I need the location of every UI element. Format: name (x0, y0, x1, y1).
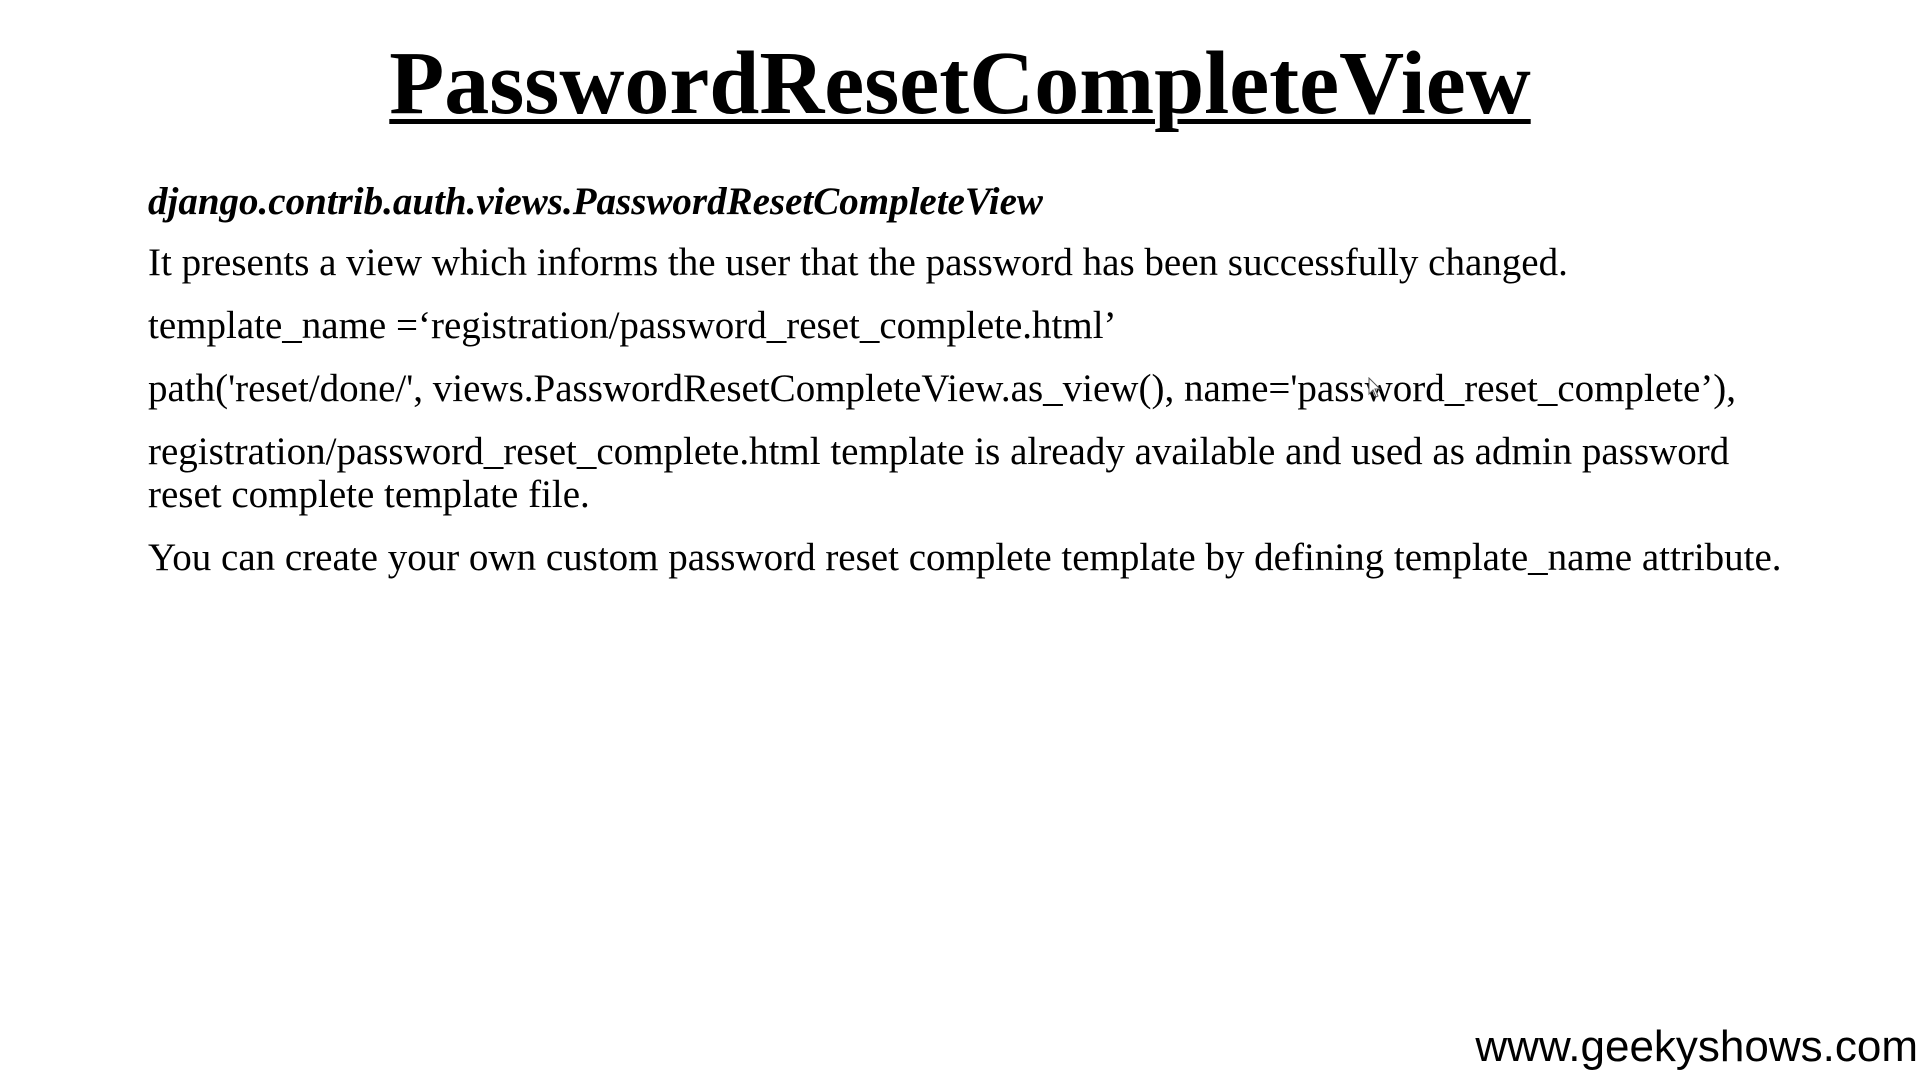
slide-content: django.contrib.auth.views.PasswordResetC… (148, 180, 1808, 599)
class-path-subtitle: django.contrib.auth.views.PasswordResetC… (148, 180, 1043, 223)
slide: PasswordResetCompleteView django.contrib… (0, 0, 1920, 1080)
slide-title: PasswordResetCompleteView (389, 34, 1531, 133)
paragraph-custom-template: You can create your own custom password … (148, 536, 1782, 579)
paragraph-template-name: template_name =‘registration/password_re… (148, 304, 1117, 347)
paragraph-url-path: path('reset/done/', views.PasswordResetC… (148, 367, 1737, 410)
paragraph-description: It presents a view which informs the use… (148, 241, 1568, 284)
mouse-pointer-icon (1368, 377, 1382, 398)
paragraph-default-template: registration/password_reset_complete.htm… (148, 430, 1730, 516)
footer-website: www.geekyshows.com (1475, 1022, 1918, 1071)
